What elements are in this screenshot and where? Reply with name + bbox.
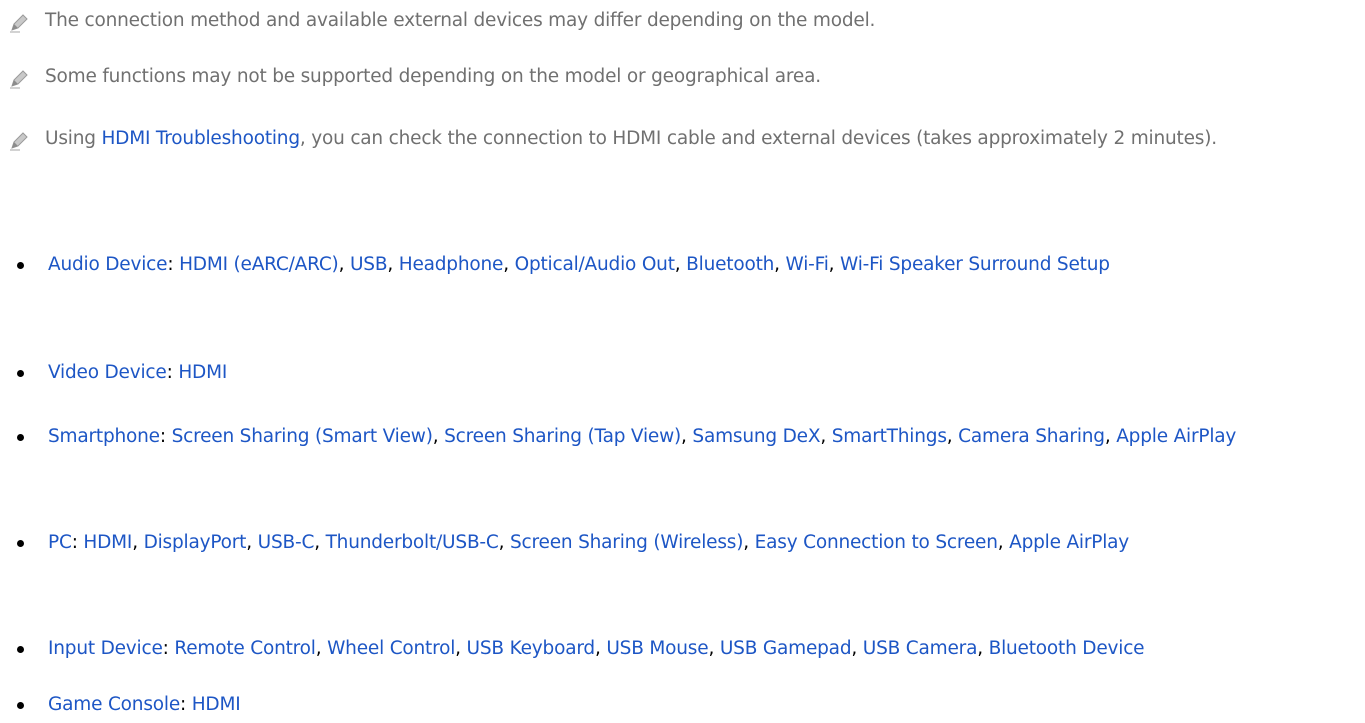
device-link[interactable]: Optical/Audio Out	[515, 254, 675, 275]
note-hdmi-troubleshooting: Using HDMI Troubleshooting, you can chec…	[10, 122, 1305, 156]
separator: ,	[851, 638, 863, 659]
device-link[interactable]: Thunderbolt/USB-C	[326, 532, 499, 553]
separator: ,	[315, 638, 328, 659]
list-item-pc: PC: HDMI, DisplayPort, USB-C, Thunderbol…	[17, 526, 1348, 560]
note-prefix: Using	[45, 128, 102, 149]
pencil-icon	[10, 132, 28, 151]
device-link[interactable]: Bluetooth	[686, 254, 774, 275]
note-suffix: , you can check the connection to HDMI c…	[299, 128, 1217, 149]
device-link[interactable]: Screen Sharing (Tap View)	[444, 426, 681, 447]
separator: :	[162, 638, 175, 659]
category-link[interactable]: Input Device	[48, 638, 163, 659]
device-link[interactable]: Headphone	[399, 254, 504, 275]
device-link[interactable]: USB Camera	[863, 638, 978, 659]
note-text: The connection method and available exte…	[45, 10, 876, 31]
device-link[interactable]: Samsung DeX	[692, 426, 820, 447]
device-link[interactable]: Screen Sharing (Smart View)	[172, 426, 433, 447]
device-link[interactable]: USB	[350, 254, 388, 275]
separator: ,	[708, 638, 720, 659]
category-link[interactable]: Video Device	[48, 362, 167, 383]
device-link[interactable]: Bluetooth Device	[989, 638, 1145, 659]
list-item-game-console: Game Console: HDMI	[17, 688, 1348, 722]
pencil-icon	[10, 70, 28, 89]
category-link[interactable]: PC	[48, 532, 72, 553]
separator: :	[159, 426, 172, 447]
device-link[interactable]: Wheel Control	[327, 638, 455, 659]
device-link[interactable]: USB Mouse	[606, 638, 708, 659]
device-link[interactable]: HDMI	[192, 694, 241, 715]
category-link[interactable]: Audio Device	[48, 254, 168, 275]
device-link[interactable]: HDMI (eARC/ARC)	[179, 254, 339, 275]
device-link[interactable]: Wi-Fi Speaker Surround Setup	[840, 254, 1110, 275]
separator: ,	[743, 532, 755, 553]
bullet-icon	[17, 540, 24, 547]
device-link[interactable]: USB-C	[258, 532, 315, 553]
device-link[interactable]: SmartThings	[832, 426, 947, 447]
bullet-icon	[17, 702, 24, 709]
note-functions-support: Some functions may not be supported depe…	[10, 60, 1345, 94]
bullet-icon	[17, 434, 24, 441]
separator: ,	[674, 254, 687, 275]
bullet-icon	[17, 262, 24, 269]
separator: ,	[503, 254, 515, 275]
separator: ,	[455, 638, 467, 659]
note-model-differences: The connection method and available exte…	[10, 4, 1345, 38]
bullet-icon	[17, 646, 24, 653]
bullet-icon	[17, 370, 24, 377]
separator: ,	[498, 532, 511, 553]
separator: ,	[1104, 426, 1117, 447]
device-link[interactable]: Remote Control	[174, 638, 316, 659]
separator: ,	[977, 638, 989, 659]
device-link[interactable]: HDMI	[178, 362, 227, 383]
separator: ,	[946, 426, 959, 447]
category-link[interactable]: Smartphone	[48, 426, 160, 447]
category-link[interactable]: Game Console	[48, 694, 180, 715]
device-link[interactable]: Apple AirPlay	[1009, 532, 1129, 553]
separator: ,	[997, 532, 1010, 553]
separator: ,	[246, 532, 258, 553]
separator: ,	[820, 426, 832, 447]
separator: ,	[314, 532, 326, 553]
separator: ,	[132, 532, 144, 553]
device-link[interactable]: Screen Sharing (Wireless)	[510, 532, 743, 553]
separator: :	[166, 362, 179, 383]
device-link[interactable]: Easy Connection to Screen	[755, 532, 998, 553]
list-item-video-device: Video Device: HDMI	[17, 356, 1348, 390]
separator: ,	[681, 426, 693, 447]
device-link[interactable]: USB Keyboard	[467, 638, 596, 659]
list-item-input-device: Input Device: Remote Control, Wheel Cont…	[17, 632, 1348, 666]
note-text: Some functions may not be supported depe…	[45, 66, 821, 87]
device-link[interactable]: Wi-Fi	[786, 254, 829, 275]
separator: ,	[594, 638, 607, 659]
pencil-icon	[10, 14, 28, 33]
list-item-smartphone: Smartphone: Screen Sharing (Smart View),…	[17, 420, 1348, 454]
device-link[interactable]: DisplayPort	[144, 532, 247, 553]
separator: :	[71, 532, 84, 553]
separator: ,	[338, 254, 350, 275]
list-item-audio-device: Audio Device: HDMI (eARC/ARC), USB, Head…	[17, 248, 1348, 282]
separator: ,	[432, 426, 445, 447]
hdmi-troubleshooting-link[interactable]: HDMI Troubleshooting	[101, 128, 300, 149]
separator: ,	[774, 254, 786, 275]
device-link[interactable]: HDMI	[83, 532, 132, 553]
separator: :	[167, 254, 180, 275]
separator: :	[180, 694, 192, 715]
device-link[interactable]: Apple AirPlay	[1116, 426, 1236, 447]
separator: ,	[387, 254, 399, 275]
device-link[interactable]: Camera Sharing	[958, 426, 1105, 447]
separator: ,	[828, 254, 841, 275]
device-link[interactable]: USB Gamepad	[720, 638, 852, 659]
